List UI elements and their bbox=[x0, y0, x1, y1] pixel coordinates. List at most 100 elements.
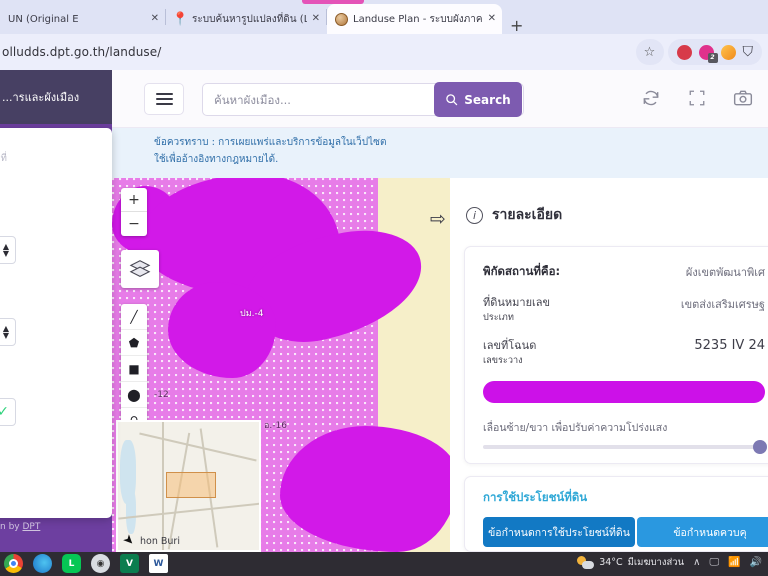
star-icon[interactable]: ☆ bbox=[635, 39, 664, 65]
collapse-arrow-icon[interactable]: ➤ bbox=[119, 531, 137, 549]
notice-bar: ข้อควรทราบ : การเผยแพร่และบริการข้อมูลใน… bbox=[112, 128, 768, 178]
chrome-taskbar-icon[interactable] bbox=[4, 554, 23, 573]
land-use-regulations-button[interactable]: ข้อกำหนดการใช้ประโยชน์ที่ดิน bbox=[483, 517, 635, 547]
chevron-updown-icon[interactable]: ▲ ▼ bbox=[3, 324, 9, 339]
chevron-updown-icon[interactable]: ▲ ▼ bbox=[3, 242, 9, 257]
app-header: Search bbox=[112, 70, 768, 128]
panda-taskbar-icon[interactable]: ◉ bbox=[91, 554, 110, 573]
sidebar-header: ...ารและผังเมือง bbox=[0, 70, 112, 124]
sidebar-note: ...นดโดยใช้ ...ภาเตรียมเลขที่ bbox=[0, 138, 108, 167]
detail-row-key-main: เลขที่โฉนด bbox=[483, 339, 537, 353]
tab-close-icon[interactable]: ✕ bbox=[488, 14, 496, 24]
minimap-extent-box bbox=[166, 472, 216, 498]
pink-extension-icon[interactable]: 2 bbox=[698, 44, 718, 63]
detail-card: พิกัดสถานที่คือ: ผังเขตพัฒนาพิเศ ที่ดินห… bbox=[464, 246, 768, 465]
draw-rectangle-tool-icon[interactable]: ■ bbox=[121, 356, 147, 382]
dpt-link[interactable]: DPT bbox=[22, 522, 40, 532]
sidebar-select-field[interactable]: ✓ ▲▼ bbox=[0, 318, 16, 346]
fullscreen-icon[interactable] bbox=[686, 87, 708, 109]
map-label: -12 bbox=[154, 390, 169, 400]
url-bar-actions: ☆ 2 ⛉ bbox=[635, 39, 762, 65]
tab-title: UN (Original E bbox=[8, 13, 79, 25]
minimap-water bbox=[126, 488, 136, 534]
weather-widget[interactable]: 34°C มีเมฆบางส่วน bbox=[577, 555, 684, 570]
browser-tab-1[interactable]: UN (Original E ✕ bbox=[0, 4, 165, 34]
tab-accent-stripe bbox=[302, 0, 364, 4]
tab-close-icon[interactable]: ✕ bbox=[151, 14, 159, 24]
minimap-label: hon Buri bbox=[140, 536, 180, 547]
container-tabs-icon[interactable]: ⛉ bbox=[743, 44, 754, 60]
draw-line-tool-icon[interactable]: ╱ bbox=[121, 304, 147, 330]
search-button[interactable]: Search bbox=[434, 82, 522, 117]
vlc-taskbar-icon[interactable]: V bbox=[120, 554, 139, 573]
notice-text: ข้อควรทราบ : การเผยแพร่และบริการข้อมูลใน… bbox=[154, 135, 474, 168]
pocket-extension-icon[interactable] bbox=[676, 44, 692, 60]
tab-close-icon[interactable]: ✕ bbox=[312, 14, 320, 24]
detail-row-key-main: ที่ดินหมายเลข bbox=[483, 296, 551, 309]
notice-line-2: ใช้เพื่ออ้างอิงทางกฎหมายได้. bbox=[154, 153, 279, 165]
draw-polygon-tool-icon[interactable]: ⬟ bbox=[121, 330, 147, 356]
orange-extension-icon[interactable] bbox=[720, 44, 736, 60]
land-use-title: การใช้ประโยชน์ที่ดิน bbox=[483, 490, 588, 504]
detail-row-key: พิกัดสถานที่คือ: bbox=[483, 264, 561, 278]
map-canvas[interactable]: ปม.-4 -12 อ.-16 + − ╱ ⬟ ■ ⬤ ⚲ bbox=[112, 178, 450, 552]
partly-cloudy-icon bbox=[577, 555, 595, 570]
hamburger-menu-icon[interactable] bbox=[144, 83, 184, 115]
minimap[interactable]: ➤ hon Buri bbox=[116, 420, 261, 552]
extension-badge: 2 bbox=[707, 52, 718, 63]
minimap-road bbox=[162, 422, 164, 550]
wifi-icon[interactable]: 📶 bbox=[728, 557, 740, 568]
map-label: ปม.-4 bbox=[240, 309, 264, 319]
sidebar-dialog: ...นดโดยใช้ ...ภาเตรียมเลขที่ ✓ ▲▼ ✓ ▲▼ … bbox=[0, 128, 112, 518]
map-label: อ.-16 bbox=[264, 421, 287, 431]
browser-tab-2[interactable]: 📍 ระบบค้นหารูปแปลงที่ดิน (LandsMa ✕ bbox=[166, 4, 326, 34]
minimap-road bbox=[139, 432, 257, 461]
draw-circle-tool-icon[interactable]: ⬤ bbox=[121, 382, 147, 408]
new-tab-button[interactable]: + bbox=[510, 18, 523, 34]
chevron-up-icon[interactable]: ∧ bbox=[693, 557, 700, 568]
map-zone-polygon bbox=[280, 426, 450, 552]
page-viewport: Search bbox=[0, 70, 768, 552]
word-taskbar-icon[interactable]: W bbox=[149, 554, 168, 573]
zoom-in-button[interactable]: + bbox=[121, 188, 147, 212]
line-taskbar-icon[interactable]: L bbox=[62, 554, 81, 573]
slider-handle[interactable] bbox=[753, 440, 767, 455]
system-tray-icons: ∧ 🖵 📶 🔊 bbox=[693, 557, 762, 568]
land-control-regulations-button[interactable]: ข้อกำหนดควบคุ bbox=[637, 517, 768, 547]
sidebar-text-field[interactable]: ✓ bbox=[0, 398, 16, 426]
detail-row: เลขที่โฉนด เลขระวาง 5235 IV 24 bbox=[483, 338, 765, 367]
browser-tab-strip: UN (Original E ✕ 📍 ระบบค้นหารูปแปลงที่ดิ… bbox=[0, 0, 768, 34]
edge-taskbar-icon[interactable] bbox=[33, 554, 52, 573]
opacity-slider[interactable] bbox=[483, 440, 767, 455]
zoom-out-button[interactable]: − bbox=[121, 212, 147, 236]
browser-tab-3[interactable]: Landuse Plan - ระบบผังภาคและเมือ ✕ bbox=[327, 4, 502, 34]
camera-icon[interactable] bbox=[732, 87, 754, 109]
globe-icon bbox=[335, 12, 348, 26]
page-title: รายละเอียด bbox=[492, 207, 563, 223]
taskbar-apps: L ◉ V W bbox=[4, 554, 168, 573]
detail-row-value: เขตส่งเสริมเศรษฐ bbox=[680, 298, 765, 311]
land-use-card: การใช้ประโยชน์ที่ดิน ข้อกำหนดการใช้ประโย… bbox=[464, 476, 768, 552]
volume-icon[interactable]: 🔊 bbox=[750, 557, 762, 568]
tab-title: ระบบค้นหารูปแปลงที่ดิน (LandsMa bbox=[192, 13, 307, 25]
header-icon-group bbox=[640, 87, 754, 109]
map-pin-icon: 📍 bbox=[172, 11, 189, 27]
search-icon bbox=[446, 94, 458, 106]
land-use-button-group: ข้อกำหนดการใช้ประโยชน์ที่ดิน ข้อกำหนดควบ… bbox=[483, 517, 768, 547]
url-text[interactable]: olludds.dpt.go.th/landuse/ bbox=[0, 45, 161, 59]
minimap-road bbox=[118, 502, 259, 520]
detail-row-value: ผังเขตพัฒนาพิเศ bbox=[685, 266, 765, 279]
browser-url-bar[interactable]: olludds.dpt.go.th/landuse/ ☆ 2 ⛉ bbox=[0, 34, 768, 70]
arrow-right-icon[interactable]: ⇨ bbox=[430, 208, 446, 230]
browser-window: UN (Original E ✕ 📍 ระบบค้นหารูปแปลงที่ดิ… bbox=[0, 0, 768, 552]
network-icon[interactable]: 🖵 bbox=[709, 557, 719, 568]
sidebar-header-title: ...ารและผังเมือง bbox=[2, 91, 80, 104]
extensions-pill: 2 ⛉ bbox=[667, 39, 762, 65]
sidebar-select-field[interactable]: ✓ ▲▼ bbox=[0, 236, 16, 264]
layers-icon[interactable] bbox=[121, 250, 159, 288]
refresh-icon[interactable] bbox=[640, 87, 662, 109]
windows-taskbar: L ◉ V W 34°C มีเมฆบางส่วน ∧ 🖵 📶 🔊 bbox=[0, 552, 768, 576]
detail-row-value: 5235 IV 24 bbox=[694, 338, 765, 354]
detail-row-key: เลขที่โฉนด เลขระวาง bbox=[483, 338, 536, 367]
sidebar-note-line-1: ...นดโดยใช้ bbox=[0, 138, 108, 152]
